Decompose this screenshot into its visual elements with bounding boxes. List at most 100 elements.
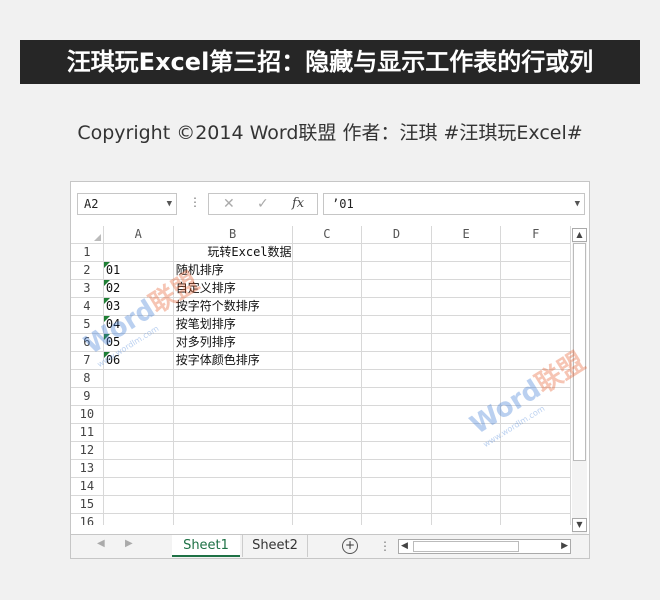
cell-empty[interactable] xyxy=(430,441,502,460)
more-options-icon[interactable]: ⋮ xyxy=(379,539,391,553)
name-box[interactable]: A2 ▼ xyxy=(77,193,177,215)
cell-empty[interactable] xyxy=(430,333,502,352)
cell-empty[interactable] xyxy=(500,369,571,388)
cell-a[interactable] xyxy=(102,243,174,262)
cell-empty[interactable] xyxy=(291,333,363,352)
cell-a[interactable]: 04 xyxy=(102,315,174,334)
cell-b[interactable] xyxy=(172,477,293,496)
more-options-icon[interactable]: ⋮ xyxy=(189,195,201,209)
chevron-down-icon[interactable]: ▼ xyxy=(575,194,580,214)
scroll-right-icon[interactable]: ▶ xyxy=(561,540,568,553)
cell-empty[interactable] xyxy=(500,315,571,334)
row-header[interactable]: 7 xyxy=(71,351,104,370)
row-header[interactable]: 13 xyxy=(71,459,104,478)
cell-b[interactable]: 随机排序 xyxy=(172,261,293,280)
cell-a[interactable]: 03 xyxy=(102,297,174,316)
row-header[interactable]: 5 xyxy=(71,315,104,334)
cell-empty[interactable] xyxy=(361,459,432,478)
vertical-scrollbar[interactable]: ▲ ▼ xyxy=(572,228,587,534)
cell-empty[interactable] xyxy=(430,459,502,478)
cell-a[interactable] xyxy=(102,495,174,514)
scroll-thumb[interactable] xyxy=(413,541,519,552)
tab-sheet2[interactable]: Sheet2 xyxy=(242,535,308,557)
row-header[interactable]: 8 xyxy=(71,369,104,388)
cell-b[interactable] xyxy=(172,459,293,478)
cell-empty[interactable] xyxy=(500,405,571,424)
horizontal-scrollbar[interactable]: ◀ ▶ xyxy=(398,539,571,554)
column-header-f[interactable]: F xyxy=(500,226,571,244)
scroll-up-icon[interactable]: ▲ xyxy=(572,228,587,242)
column-header-a[interactable]: A xyxy=(102,226,174,244)
cell-a[interactable] xyxy=(102,459,174,478)
cell-empty[interactable] xyxy=(291,459,363,478)
cell-a[interactable]: 06 xyxy=(102,351,174,370)
cell-empty[interactable] xyxy=(430,405,502,424)
cell-b[interactable] xyxy=(172,387,293,406)
cell-empty[interactable] xyxy=(500,423,571,442)
cell-empty[interactable] xyxy=(361,513,432,525)
cell-empty[interactable] xyxy=(430,261,502,280)
cell-empty[interactable] xyxy=(500,441,571,460)
cell-empty[interactable] xyxy=(361,315,432,334)
cell-empty[interactable] xyxy=(291,315,363,334)
cell-empty[interactable] xyxy=(430,495,502,514)
cell-empty[interactable] xyxy=(291,477,363,496)
chevron-down-icon[interactable]: ▼ xyxy=(167,194,172,214)
cell-a[interactable] xyxy=(102,441,174,460)
row-header[interactable]: 10 xyxy=(71,405,104,424)
cell-empty[interactable] xyxy=(430,351,502,370)
cell-empty[interactable] xyxy=(430,387,502,406)
cell-b[interactable]: 按笔划排序 xyxy=(172,315,293,334)
column-header-d[interactable]: D xyxy=(361,226,432,244)
cell-a[interactable]: 02 xyxy=(102,279,174,298)
cell-empty[interactable] xyxy=(291,351,363,370)
cell-empty[interactable] xyxy=(430,315,502,334)
cell-empty[interactable] xyxy=(500,297,571,316)
row-header[interactable]: 14 xyxy=(71,477,104,496)
cancel-icon[interactable]: ✕ xyxy=(223,194,235,214)
cell-empty[interactable] xyxy=(500,333,571,352)
cell-empty[interactable] xyxy=(291,261,363,280)
tab-sheet1[interactable]: Sheet1 xyxy=(172,535,240,557)
cell-a[interactable] xyxy=(102,369,174,388)
cell-empty[interactable] xyxy=(291,297,363,316)
cell-empty[interactable] xyxy=(361,423,432,442)
column-header-b[interactable]: B xyxy=(172,226,293,244)
next-sheet-icon[interactable]: ▶ xyxy=(125,538,133,549)
row-header[interactable]: 2 xyxy=(71,261,104,280)
add-sheet-icon[interactable]: + xyxy=(342,538,358,554)
cell-b[interactable]: 自定义排序 xyxy=(172,279,293,298)
row-header[interactable]: 16 xyxy=(71,513,104,525)
cell-empty[interactable] xyxy=(500,279,571,298)
cell-empty[interactable] xyxy=(361,405,432,424)
cell-empty[interactable] xyxy=(361,387,432,406)
insert-function-icon[interactable]: fx xyxy=(292,194,304,214)
cell-empty[interactable] xyxy=(500,387,571,406)
cell-a[interactable] xyxy=(102,405,174,424)
cell-empty[interactable] xyxy=(291,405,363,424)
formula-input[interactable]: ’01 ▼ xyxy=(323,193,585,215)
cell-empty[interactable] xyxy=(430,279,502,298)
scroll-left-icon[interactable]: ◀ xyxy=(401,540,408,553)
cell-empty[interactable] xyxy=(361,243,432,262)
cell-empty[interactable] xyxy=(500,477,571,496)
cell-empty[interactable] xyxy=(361,333,432,352)
cell-a[interactable] xyxy=(102,387,174,406)
cell-b[interactable] xyxy=(172,369,293,388)
cell-empty[interactable] xyxy=(291,369,363,388)
cell-empty[interactable] xyxy=(291,423,363,442)
cell-empty[interactable] xyxy=(430,423,502,442)
row-header[interactable]: 4 xyxy=(71,297,104,316)
cell-empty[interactable] xyxy=(361,297,432,316)
prev-sheet-icon[interactable]: ◀ xyxy=(97,538,105,549)
cell-a[interactable] xyxy=(102,477,174,496)
cell-b[interactable] xyxy=(172,405,293,424)
cell-b[interactable] xyxy=(172,513,293,525)
cell-b[interactable] xyxy=(172,423,293,442)
cell-empty[interactable] xyxy=(500,261,571,280)
cell-empty[interactable] xyxy=(291,243,363,262)
cell-a[interactable]: 01 xyxy=(102,261,174,280)
row-header[interactable]: 11 xyxy=(71,423,104,442)
cell-empty[interactable] xyxy=(430,513,502,525)
cell-b[interactable] xyxy=(172,441,293,460)
